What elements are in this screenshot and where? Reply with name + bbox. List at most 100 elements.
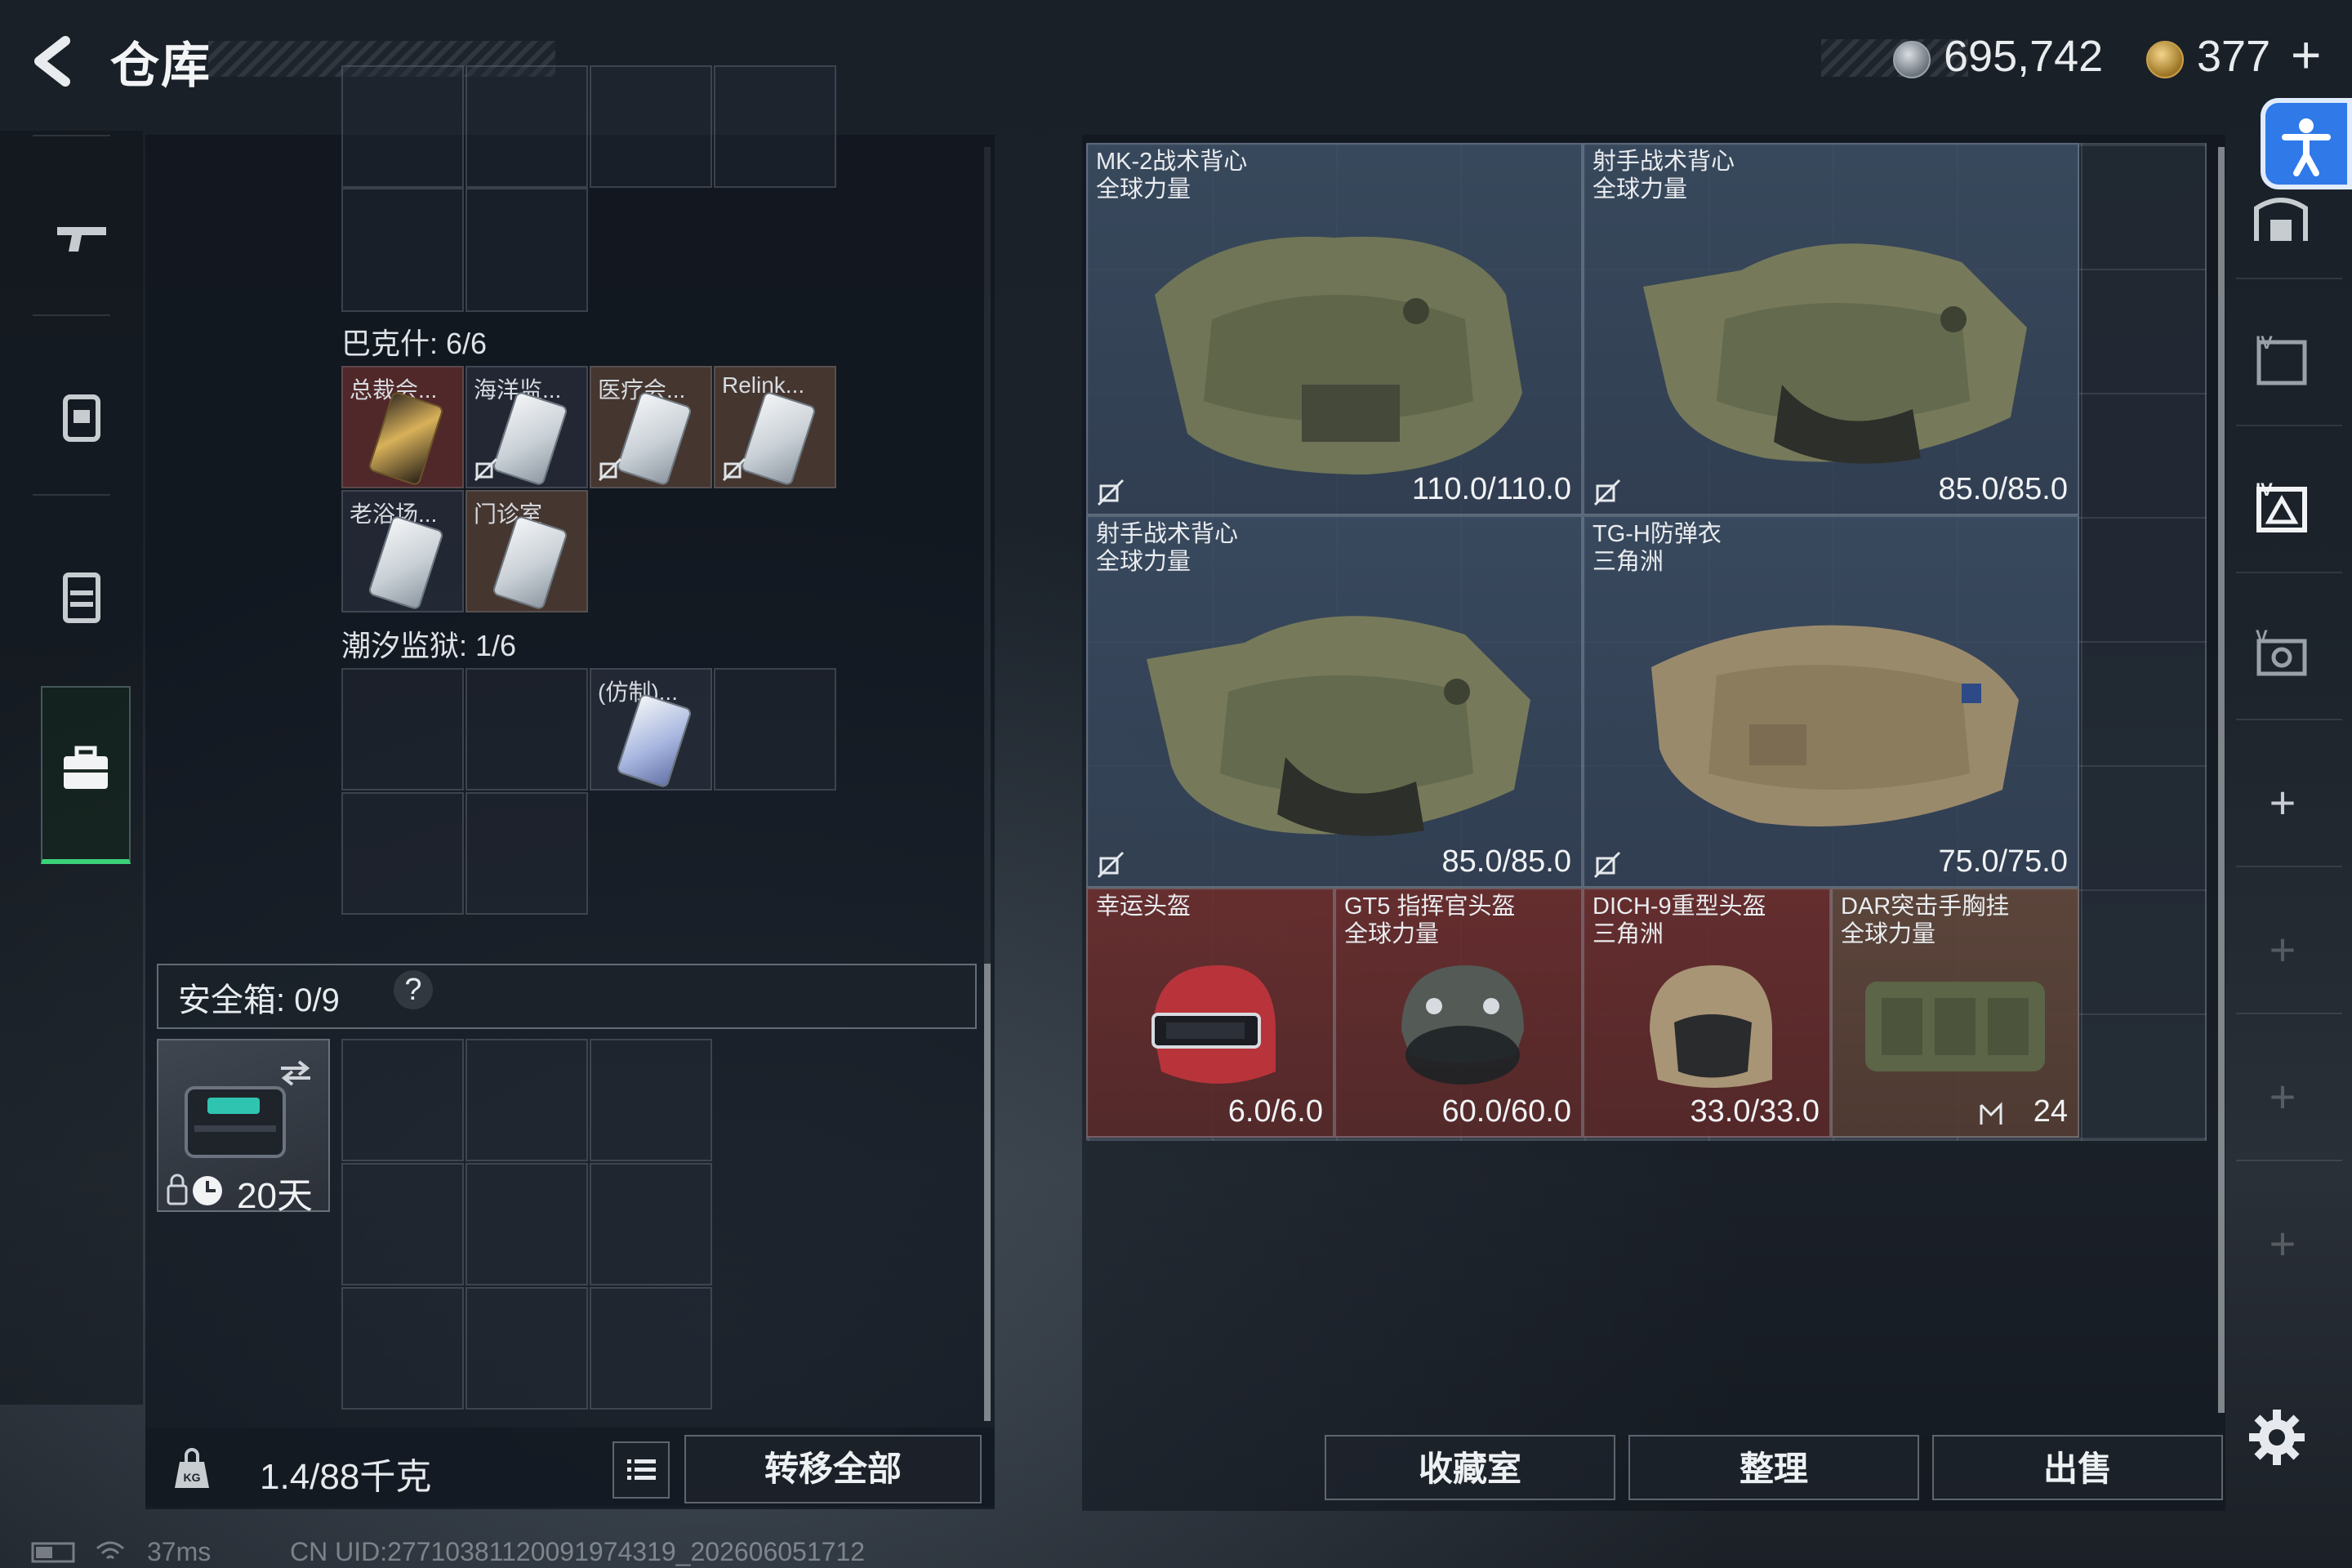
stash-tab-4[interactable]: V	[2244, 617, 2318, 690]
weight-value: 1.4/88千克	[260, 1457, 432, 1497]
empty-slot[interactable]	[466, 65, 588, 188]
empty-slot[interactable]	[466, 1039, 588, 1161]
section-label-bakshi: 巴克什: 6/6	[341, 327, 488, 360]
item-name: DAR突击手胸挂	[1841, 893, 2010, 920]
item-name: 幸运头盔	[1096, 893, 1192, 920]
vest-icon	[1155, 236, 1522, 475]
empty-slot[interactable]	[590, 1039, 712, 1161]
ping-value: 37ms	[147, 1537, 212, 1566]
item-name: MK-2战术背心	[1096, 149, 1248, 175]
stash-item-helmet[interactable]: GT5 指挥官头盔 全球力量 60.0/60.0	[1334, 888, 1583, 1138]
back-button[interactable]	[24, 33, 90, 90]
empty-slot[interactable]	[590, 1287, 712, 1410]
battery-icon	[31, 1542, 75, 1563]
sidebar-divider	[2236, 572, 2342, 573]
add-stash-button-disabled: +	[2269, 924, 2296, 975]
empty-slot[interactable]	[590, 1163, 712, 1285]
gold-coin-icon	[2146, 41, 2184, 78]
sell-button[interactable]: 出售	[1932, 1435, 2223, 1500]
add-stash-button-disabled: +	[2269, 1071, 2296, 1122]
stash-item-vest[interactable]: 射手战术背心 全球力量 85.0/85.0	[1086, 515, 1583, 888]
empty-slot[interactable]	[466, 1163, 588, 1285]
transfer-all-button[interactable]: 转移全部	[684, 1435, 982, 1503]
sidebar-divider	[2236, 1013, 2342, 1014]
keycard-slot[interactable]: Relink...	[714, 366, 836, 488]
safebox-help-button[interactable]: ?	[394, 970, 433, 1009]
keycard-slot[interactable]: 海洋监...	[466, 366, 588, 488]
empty-slot[interactable]	[341, 792, 464, 915]
empty-slot[interactable]	[466, 188, 588, 312]
sidebar-item-weapons[interactable]	[49, 204, 114, 270]
add-stash-button[interactable]: +	[2262, 776, 2303, 829]
empty-slot[interactable]	[341, 188, 464, 312]
no-drop-icon	[722, 457, 746, 482]
list-icon	[627, 1459, 656, 1480]
item-durability: 75.0/75.0	[1938, 844, 2068, 879]
keycard-slot[interactable]: 门诊室	[466, 490, 588, 612]
keycard-slot[interactable]: 老浴场...	[341, 490, 464, 612]
accessibility-button[interactable]	[2261, 98, 2352, 189]
empty-slot[interactable]	[466, 1287, 588, 1410]
item-durability: 60.0/60.0	[1441, 1094, 1571, 1129]
vest-icon	[1651, 625, 2019, 827]
sidebar-item-backpack[interactable]	[49, 384, 114, 449]
keycard-slot[interactable]: (仿制)...	[590, 668, 712, 791]
add-currency-button[interactable]: +	[2291, 24, 2321, 85]
stash-item-helmet[interactable]: 幸运头盔 6.0/6.0	[1086, 888, 1334, 1138]
left-scrollbar-thumb[interactable]	[984, 964, 991, 1421]
stack-icon	[1980, 1102, 2002, 1125]
empty-slot[interactable]	[466, 668, 588, 791]
stash-item-vest[interactable]: 射手战术背心 全球力量 85.0/85.0	[1583, 143, 2079, 515]
keycard-slot[interactable]: 总裁会...	[341, 366, 464, 488]
status-bar: 37ms CN UID:27710381120091974319_2026060…	[0, 1535, 2352, 1568]
empty-slot[interactable]	[341, 65, 464, 188]
stash-item-chest-rig[interactable]: DAR突击手胸挂 全球力量 24	[1831, 888, 2079, 1138]
empty-slot[interactable]	[714, 65, 836, 188]
collection-room-button[interactable]: 收藏室	[1325, 1435, 1615, 1500]
lock-clock-icon	[167, 1174, 222, 1205]
list-view-button[interactable]	[612, 1441, 670, 1499]
wifi-icon	[96, 1541, 124, 1560]
settings-button[interactable]	[2244, 1405, 2310, 1470]
safebox-label: 安全箱: 0/9	[178, 982, 340, 1018]
right-scrollbar-thumb[interactable]	[2218, 147, 2225, 1413]
item-durability: 85.0/85.0	[1938, 472, 2068, 506]
backpack-icon	[63, 394, 100, 442]
keycard-icon	[739, 390, 817, 487]
item-durability: 33.0/33.0	[1690, 1094, 1820, 1129]
stash-item-vest[interactable]: MK-2战术背心 全球力量 110.0/110.0	[1086, 143, 1583, 515]
svg-text:V: V	[2256, 626, 2268, 647]
accessibility-icon	[2282, 118, 2331, 176]
gear-icon	[2249, 1410, 2305, 1465]
stash-tier4-active-icon: IV	[2256, 479, 2307, 532]
no-drop-icon	[474, 457, 498, 482]
page-title: 仓库	[110, 38, 212, 93]
sidebar-item-briefcase[interactable]	[41, 686, 131, 864]
empty-slot[interactable]	[341, 1163, 464, 1285]
empty-slot[interactable]	[341, 1039, 464, 1161]
organize-button[interactable]: 整理	[1628, 1435, 1919, 1500]
empty-slot[interactable]	[341, 668, 464, 791]
sidebar-divider	[2236, 719, 2342, 720]
vest-icon	[1643, 243, 2027, 464]
empty-slot[interactable]	[341, 1287, 464, 1410]
stash-tab-2[interactable]: IV	[2244, 323, 2318, 396]
empty-slot[interactable]	[714, 668, 836, 791]
item-name: 射手战术背心	[1096, 521, 1239, 547]
stash-item-helmet[interactable]: DICH-9重型头盔 三角洲 33.0/33.0	[1583, 888, 1831, 1138]
stash-tab-1[interactable]	[2244, 184, 2318, 257]
add-stash-button-disabled: +	[2269, 1218, 2296, 1269]
keycard-slot[interactable]: 医疗会...	[590, 366, 712, 488]
no-drop-icon	[1097, 479, 1125, 506]
empty-slot[interactable]	[466, 792, 588, 915]
vest-icon	[63, 572, 100, 623]
sidebar-item-vest[interactable]	[49, 564, 114, 629]
stash-item-vest[interactable]: TG-H防弹衣 三角洲 75.0/75.0	[1583, 515, 2079, 888]
sidebar-divider	[2236, 866, 2342, 867]
stash-tab-3[interactable]: IV	[2244, 470, 2318, 543]
kg-weight-icon: KG	[175, 1448, 209, 1488]
back-arrow-icon	[34, 36, 70, 87]
silver-coin-icon	[1893, 41, 1931, 78]
no-drop-icon	[1097, 851, 1125, 879]
empty-slot[interactable]	[590, 65, 712, 188]
